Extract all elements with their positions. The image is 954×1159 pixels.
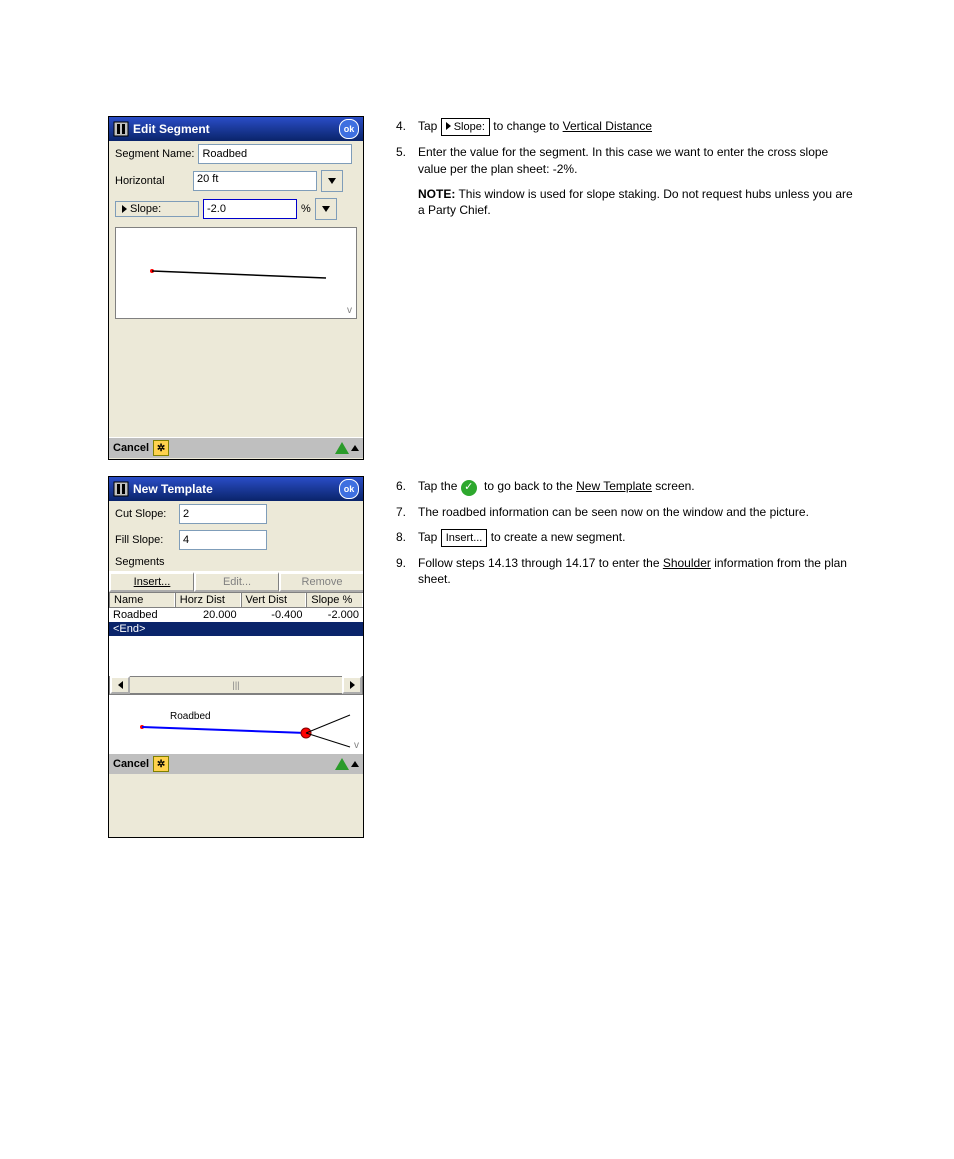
slope-toggle-button[interactable]: Slope: [115, 201, 199, 217]
col-vert[interactable]: Vert Dist [241, 593, 307, 607]
t: screen. [655, 479, 694, 493]
cancel-button[interactable]: Cancel [113, 758, 149, 770]
horizontal-value[interactable]: 20 ft [193, 171, 317, 191]
note-title: NOTE: [418, 187, 455, 201]
edit-button[interactable]: Edit... [194, 572, 279, 592]
table-row-selected[interactable]: <End> [109, 622, 363, 636]
t: Follow steps 14.13 through 14.17 to ente… [418, 556, 663, 570]
v-marker: v [354, 740, 359, 751]
step-6: 6. Tap the ✓ to go back to the New Templ… [396, 478, 856, 496]
preview-segment-label: Roadbed [170, 711, 211, 722]
scroll-left-button[interactable] [110, 676, 130, 694]
step-9: 9. Follow steps 14.13 through 14.17 to e… [396, 555, 856, 589]
shoulder-ref: Shoulder [663, 556, 711, 570]
step-8: 8. Tap Insert... to create a new segment… [396, 529, 856, 547]
up-arrow-icon[interactable] [351, 445, 359, 451]
fill-slope-input[interactable] [179, 530, 267, 550]
instructions-2: 6. Tap the ✓ to go back to the New Templ… [396, 478, 856, 596]
statusbar: Cancel ✲ [109, 437, 363, 458]
app-icon [113, 481, 129, 497]
insert-button[interactable]: Insert... [109, 572, 194, 592]
window-title: New Template [133, 482, 339, 496]
horizontal-dropdown[interactable] [321, 170, 343, 192]
col-name[interactable]: Name [109, 593, 175, 607]
horizontal-scrollbar[interactable]: ||| [109, 676, 363, 694]
t: to change to [493, 119, 562, 133]
step-number: 9. [396, 555, 410, 572]
cell-horz: 20.000 [175, 608, 241, 622]
edit-segment-window: Edit Segment ok Segment Name: Horizontal… [108, 116, 364, 460]
template-preview: Roadbed v [109, 694, 363, 753]
segment-name-input[interactable] [198, 144, 352, 164]
app-icon [113, 121, 129, 137]
warning-icon[interactable] [335, 442, 349, 454]
slope-unit: % [301, 203, 311, 215]
segments-label: Segments [115, 556, 165, 568]
scroll-track[interactable]: ||| [130, 680, 342, 690]
col-horz[interactable]: Horz Dist [175, 593, 241, 607]
client-area: Segment Name: Horizontal 20 ft Slope: % [109, 141, 363, 437]
step-number: 7. [396, 504, 410, 521]
step-number: 8. [396, 529, 410, 546]
up-arrow-icon[interactable] [351, 761, 359, 767]
t: to create a new segment. [491, 530, 626, 544]
step-7: 7. The roadbed information can be seen n… [396, 504, 856, 521]
ok-button[interactable]: ok [339, 479, 359, 499]
grid-header: Name Horz Dist Vert Dist Slope % [109, 593, 363, 608]
table-row[interactable]: Roadbed 20.000 -0.400 -2.000 [109, 608, 363, 622]
scroll-thumb[interactable]: ||| [232, 680, 239, 690]
t: to go back to the [484, 479, 576, 493]
vertical-distance-link: Vertical Distance [563, 119, 652, 133]
fill-slope-label: Fill Slope: [115, 534, 175, 546]
star-icon[interactable]: ✲ [153, 440, 169, 456]
cell-slope: -2.000 [306, 608, 363, 622]
instructions: 4. Tap Slope: to change to Vertical Dist… [396, 118, 856, 229]
segment-toolbar: Insert... Edit... Remove [109, 571, 363, 593]
v-marker: v [347, 305, 352, 316]
cut-slope-input[interactable] [179, 504, 267, 524]
step-5: 5. Enter the value for the segment. In t… [396, 144, 856, 178]
t: The roadbed information can be seen now … [418, 504, 809, 521]
step-4: 4. Tap Slope: to change to Vertical Dist… [396, 118, 856, 136]
warning-icon[interactable] [335, 758, 349, 770]
grid-body: Roadbed 20.000 -0.400 -2.000 <End> [109, 608, 363, 676]
slope-input[interactable] [203, 199, 297, 219]
horizontal-label: Horizontal [115, 175, 189, 187]
t: Tap [418, 119, 441, 133]
segment-preview: v [115, 227, 357, 319]
star-icon[interactable]: ✲ [153, 756, 169, 772]
segment-name-label: Segment Name: [115, 148, 194, 160]
statusbar: Cancel ✲ [109, 753, 363, 774]
step-number: 5. [396, 144, 410, 161]
step-number: 6. [396, 478, 410, 495]
note: NOTE: This window is used for slope stak… [418, 186, 856, 220]
scroll-right-button[interactable] [342, 676, 362, 694]
cancel-button[interactable]: Cancel [113, 442, 149, 454]
new-template-link: New Template [576, 479, 652, 493]
titlebar: New Template ok [109, 477, 363, 501]
titlebar: Edit Segment ok [109, 117, 363, 141]
cut-slope-label: Cut Slope: [115, 508, 175, 520]
col-slope[interactable]: Slope % [306, 593, 363, 607]
insert-button-ref: Insert... [441, 529, 488, 547]
t: Enter the value for the segment. In this… [418, 144, 856, 178]
slope-button-ref: Slope: [441, 118, 490, 136]
slope-dropdown[interactable] [315, 198, 337, 220]
window-title: Edit Segment [133, 122, 339, 136]
t: Tap the [418, 479, 461, 493]
cell-end: <End> [109, 622, 357, 636]
check-icon: ✓ [461, 480, 477, 496]
cell-name: Roadbed [109, 608, 175, 622]
t: Tap [418, 530, 441, 544]
ok-button[interactable]: ok [339, 119, 359, 139]
note-body: This window is used for slope staking. D… [418, 187, 853, 218]
step-number: 4. [396, 118, 410, 135]
cell-vert: -0.400 [241, 608, 307, 622]
remove-button[interactable]: Remove [279, 572, 363, 592]
slope-button-label: Slope: [130, 203, 161, 215]
new-template-window: New Template ok Cut Slope: Fill Slope: S… [108, 476, 364, 838]
client-area: Cut Slope: Fill Slope: Segments Insert..… [109, 501, 363, 753]
play-icon [122, 205, 127, 213]
